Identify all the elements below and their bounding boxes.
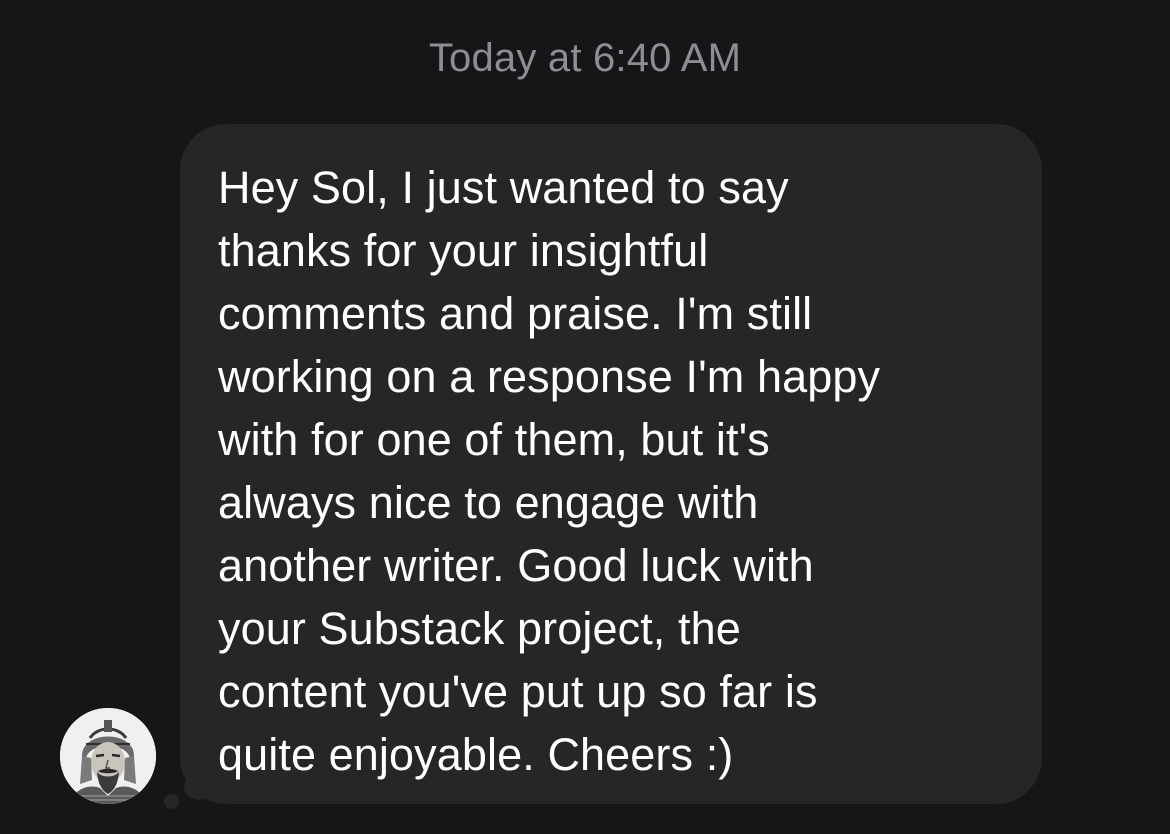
message-timestamp: Today at 6:40 AM xyxy=(428,36,742,80)
sender-avatar[interactable] xyxy=(60,708,156,804)
received-message-bubble[interactable]: Hey Sol, I just wanted to say thanks for… xyxy=(180,124,1042,804)
bearded-warrior-portrait-icon xyxy=(60,708,156,804)
message-text: Hey Sol, I just wanted to say thanks for… xyxy=(218,162,881,780)
messages-thread: Today at 6:40 AM Hey Sol, I just wanted … xyxy=(0,0,1170,834)
bubble-tail-dot xyxy=(164,794,179,809)
